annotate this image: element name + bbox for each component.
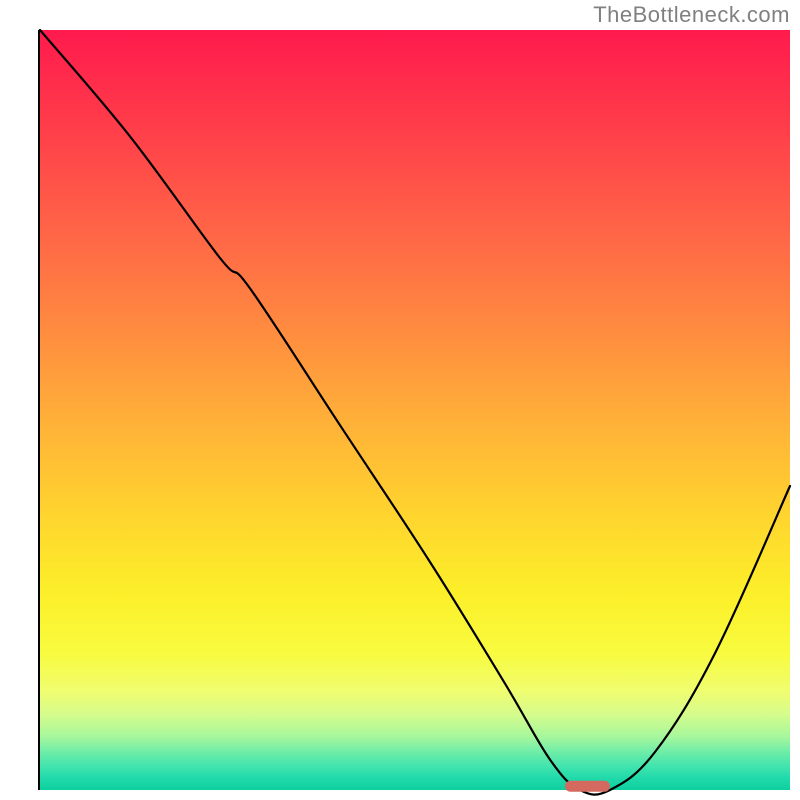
curve-layer xyxy=(40,30,790,790)
watermark-text: TheBottleneck.com xyxy=(593,2,790,28)
bottleneck-curve xyxy=(40,30,790,795)
chart-stage: TheBottleneck.com xyxy=(0,0,800,800)
plot-area xyxy=(40,30,790,790)
optimal-marker xyxy=(565,781,610,792)
